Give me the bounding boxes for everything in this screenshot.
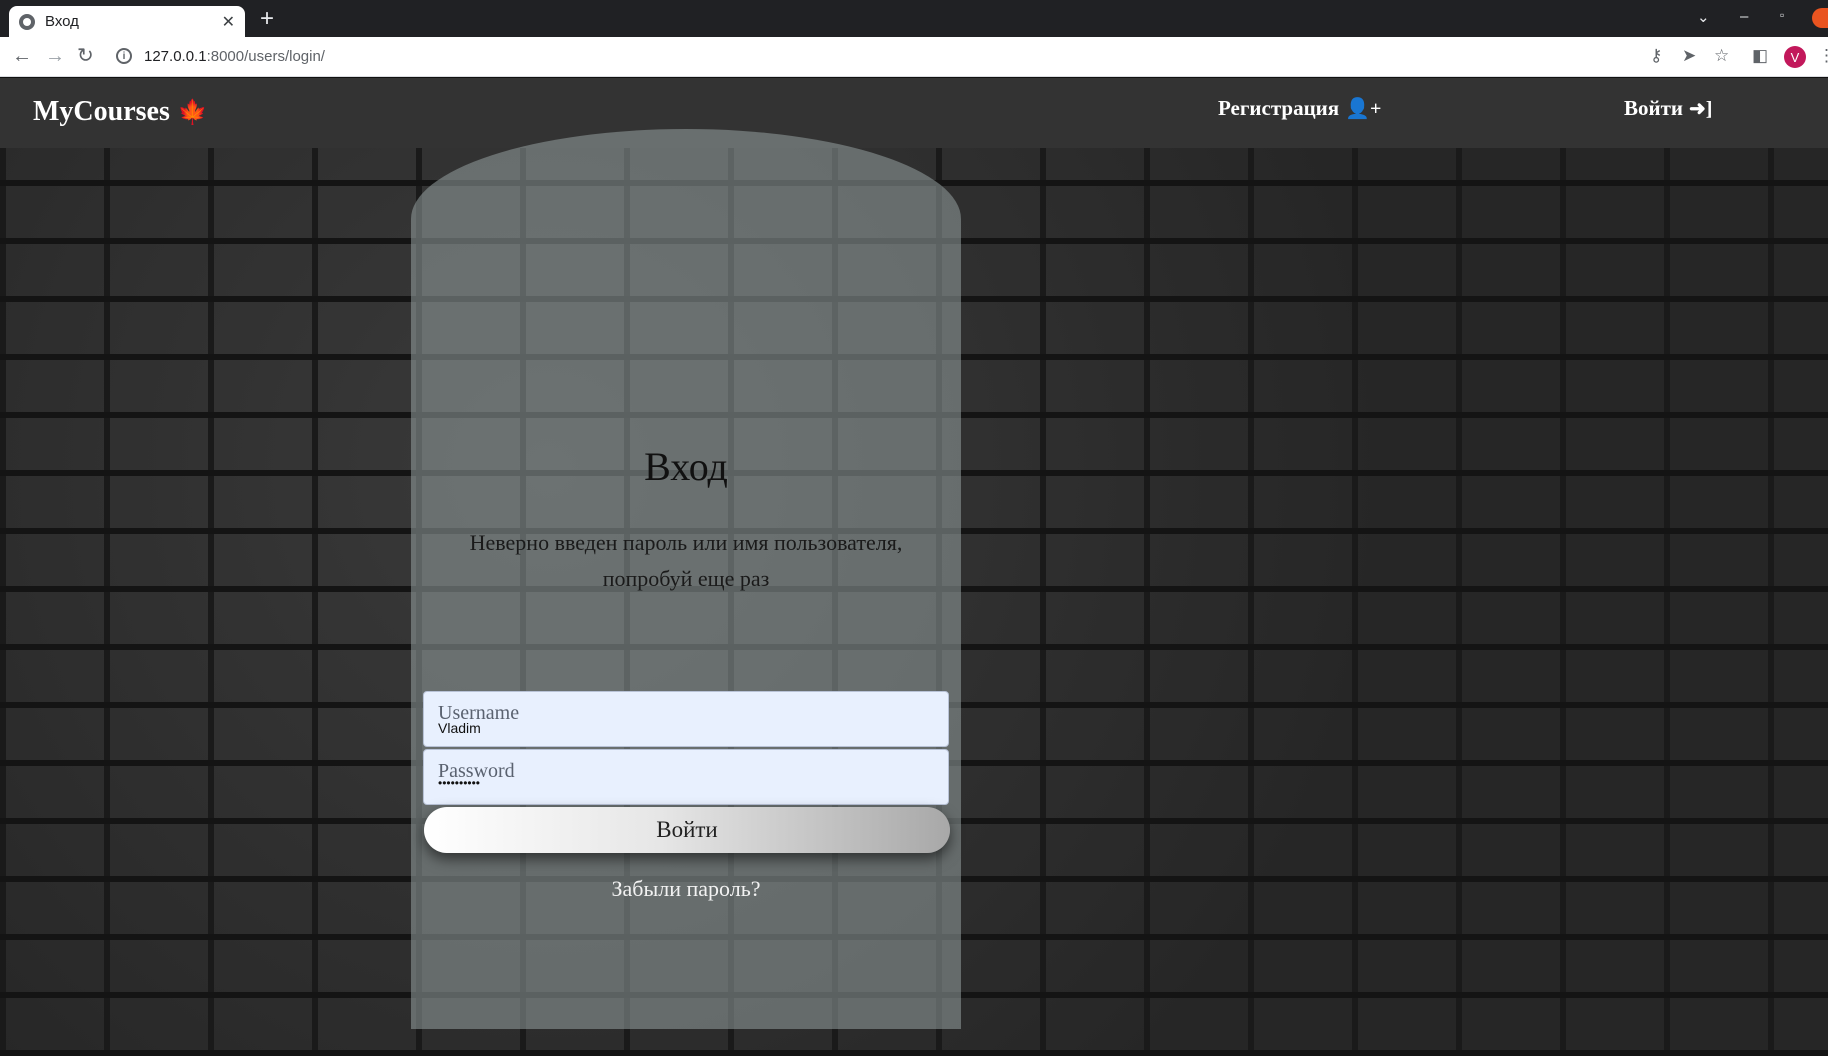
side-panel-icon[interactable]: ◧ [1752,46,1768,66]
key-icon[interactable]: ⚷ [1650,46,1662,66]
profile-avatar[interactable]: V [1784,46,1806,68]
sign-in-icon: ➜] [1689,98,1713,120]
password-value: •••••••••• [438,776,481,790]
tab-title: Вход [45,13,79,30]
login-button[interactable]: Войти [424,807,950,853]
login-link[interactable]: Войти ➜] [1624,96,1712,121]
browser-tabstrip: Вход ✕ + ⌄ – ▫ [0,0,1828,37]
send-icon[interactable]: ➤ [1682,46,1696,66]
brand-name: MyCourses [33,96,170,127]
close-tab-icon[interactable]: ✕ [222,12,235,32]
reload-icon[interactable]: ↻ [77,45,94,67]
address-bar[interactable]: i 127.0.0.1 :8000/users/login/ [116,39,1606,73]
star-icon[interactable]: ☆ [1714,46,1729,66]
globe-icon [19,13,35,30]
back-icon[interactable]: ← [12,45,32,67]
menu-icon[interactable]: ⋮ [1818,46,1828,66]
user-plus-icon: 👤+ [1345,98,1382,120]
site-info-icon[interactable]: i [116,48,132,64]
login-label: Войти [1624,96,1684,120]
password-field[interactable]: Password •••••••••• [423,749,949,805]
page-title: Вход [644,444,728,489]
minimize-icon[interactable]: – [1740,8,1748,25]
register-link[interactable]: Регистрация 👤+ [1218,96,1381,121]
url-path: :8000/users/login/ [206,47,325,65]
browser-tab[interactable]: Вход ✕ [9,6,245,37]
forward-icon[interactable]: → [45,45,65,67]
username-value: Vladim [438,720,481,736]
browser-toolbar: ← → ↻ i 127.0.0.1 :8000/users/login/ ⚷ ➤… [0,37,1828,77]
new-tab-icon[interactable]: + [260,7,274,31]
error-message: Неверно введен пароль или имя пользовате… [469,530,903,591]
tab-search-icon[interactable]: ⌄ [1697,8,1710,26]
url-host: 127.0.0.1 [144,47,207,65]
site-navbar: MyCourses 🍁 Регистрация 👤+ Войти ➜] [0,78,1828,148]
forgot-password-link[interactable]: Забыли пароль? [411,876,961,902]
brand-link[interactable]: MyCourses 🍁 [33,96,208,128]
window-close-icon[interactable] [1812,8,1828,28]
username-field[interactable]: Username Vladim [423,691,949,747]
restore-icon[interactable]: ▫ [1780,8,1784,22]
register-label: Регистрация [1218,96,1340,120]
maple-leaf-icon: 🍁 [177,99,208,126]
